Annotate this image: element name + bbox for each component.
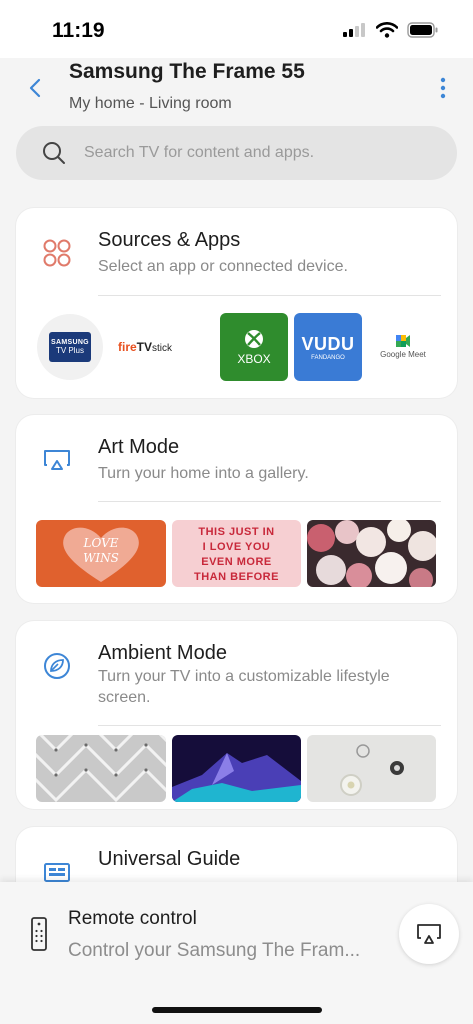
art-line-2: I LOVE YOU (202, 541, 271, 553)
fire-logo-text: fire (117, 340, 137, 354)
remote-control-description: Control your Samsung The Fram... (68, 940, 361, 961)
wifi-icon (376, 22, 398, 38)
this-just-in-text: THIS JUST IN I LOVE YOU EVEN MORE THAN B… (172, 525, 301, 585)
ambient-thumb-mountain[interactable] (172, 735, 301, 802)
tv-plus-logo-text: TV Plus (55, 346, 84, 355)
art-line-1: THIS JUST IN (198, 526, 275, 538)
art-thumb-this-just-in[interactable]: THIS JUST IN I LOVE YOU EVEN MORE THAN B… (172, 520, 301, 587)
cast-icon (417, 924, 441, 944)
status-time: 11:19 (52, 19, 105, 42)
ambient-mode-description: Turn your TV into a customizable lifesty… (98, 668, 390, 706)
home-indicator[interactable] (152, 1007, 322, 1013)
flowers-artwork (307, 520, 436, 587)
header: Samsung The Frame 55 My home - Living ro… (0, 58, 473, 124)
app-samsung-tv-plus[interactable]: SAMSUNG TV Plus (37, 314, 103, 380)
sources-description: Select an app or connected device. (98, 258, 348, 275)
xbox-label: XBOX (237, 351, 271, 366)
divider (98, 295, 441, 296)
ambient-mode-card[interactable]: Ambient Mode Turn your TV into a customi… (16, 621, 457, 809)
art-line-4: THAN BEFORE (194, 571, 279, 583)
ambient-mode-icon (44, 653, 70, 679)
fire-tv-logo: fireTVstick (118, 340, 172, 354)
google-meet-label: Google Meet (380, 350, 426, 359)
ambient-thumb-pattern[interactable] (36, 735, 166, 802)
chevron-left-icon[interactable] (22, 74, 50, 102)
universal-guide-title: Universal Guide (98, 848, 241, 870)
art-thumb-love-wins[interactable]: LOVE WINS (36, 520, 166, 587)
art-mode-icon (44, 450, 70, 470)
vudu-label: VUDU (301, 333, 355, 354)
divider (98, 725, 441, 726)
sources-title: Sources & Apps (98, 229, 241, 251)
mountain-artwork (172, 753, 301, 802)
art-thumb-flowers[interactable] (307, 520, 436, 587)
app-google-meet[interactable]: Google Meet (369, 313, 437, 381)
status-bar: 11:19 (0, 0, 473, 58)
xbox-logo-icon (245, 329, 263, 348)
samsung-tv-plus-logo: SAMSUNG TV Plus (49, 332, 91, 362)
vudu-sub-label: FANDANGO (311, 354, 345, 361)
sources-apps-card[interactable]: Sources & Apps Select an app or connecte… (16, 208, 457, 398)
art-mode-card[interactable]: Art Mode Turn your home into a gallery. … (16, 415, 457, 603)
app-xbox[interactable]: XBOX (220, 313, 288, 381)
tv-logo-text: TV (136, 340, 153, 354)
art-line-3: EVEN MORE (201, 556, 272, 568)
objects-artwork (340, 744, 404, 796)
search-input[interactable]: Search TV for content and apps. (16, 126, 457, 180)
stick-logo-text: stick (152, 343, 173, 354)
art-mode-title: Art Mode (98, 436, 180, 458)
remote-control-icon (31, 917, 47, 951)
google-meet-icon (396, 335, 410, 347)
app-vudu[interactable]: VUDU FANDANGO (294, 313, 362, 381)
cast-button[interactable] (399, 904, 459, 964)
search-icon (43, 142, 65, 164)
art-mode-description: Turn your home into a gallery. (98, 465, 309, 482)
search-placeholder: Search TV for content and apps. (84, 144, 315, 161)
status-icons (343, 22, 439, 38)
remote-control-title: Remote control (68, 908, 197, 929)
remote-control-panel[interactable]: Remote control Control your Samsung The … (0, 882, 473, 1024)
wins-text: WINS (83, 551, 119, 565)
samsung-logo-text: SAMSUNG (51, 339, 89, 346)
page-title: Samsung The Frame 55 (69, 60, 305, 83)
battery-icon (407, 22, 438, 38)
apps-grid-icon (43, 239, 71, 267)
more-vertical-icon[interactable] (435, 76, 451, 100)
app-fire-tv-stick[interactable]: fireTVstick (112, 314, 178, 380)
love-text: LOVE (83, 536, 119, 550)
ambient-thumb-objects[interactable] (307, 735, 436, 802)
signal-icon (343, 23, 365, 37)
page-subtitle: My home - Living room (69, 95, 232, 112)
geometric-pattern-artwork (36, 735, 166, 802)
love-wins-text: LOVE WINS (36, 536, 166, 566)
ambient-mode-title: Ambient Mode (98, 642, 227, 664)
divider (98, 501, 441, 502)
